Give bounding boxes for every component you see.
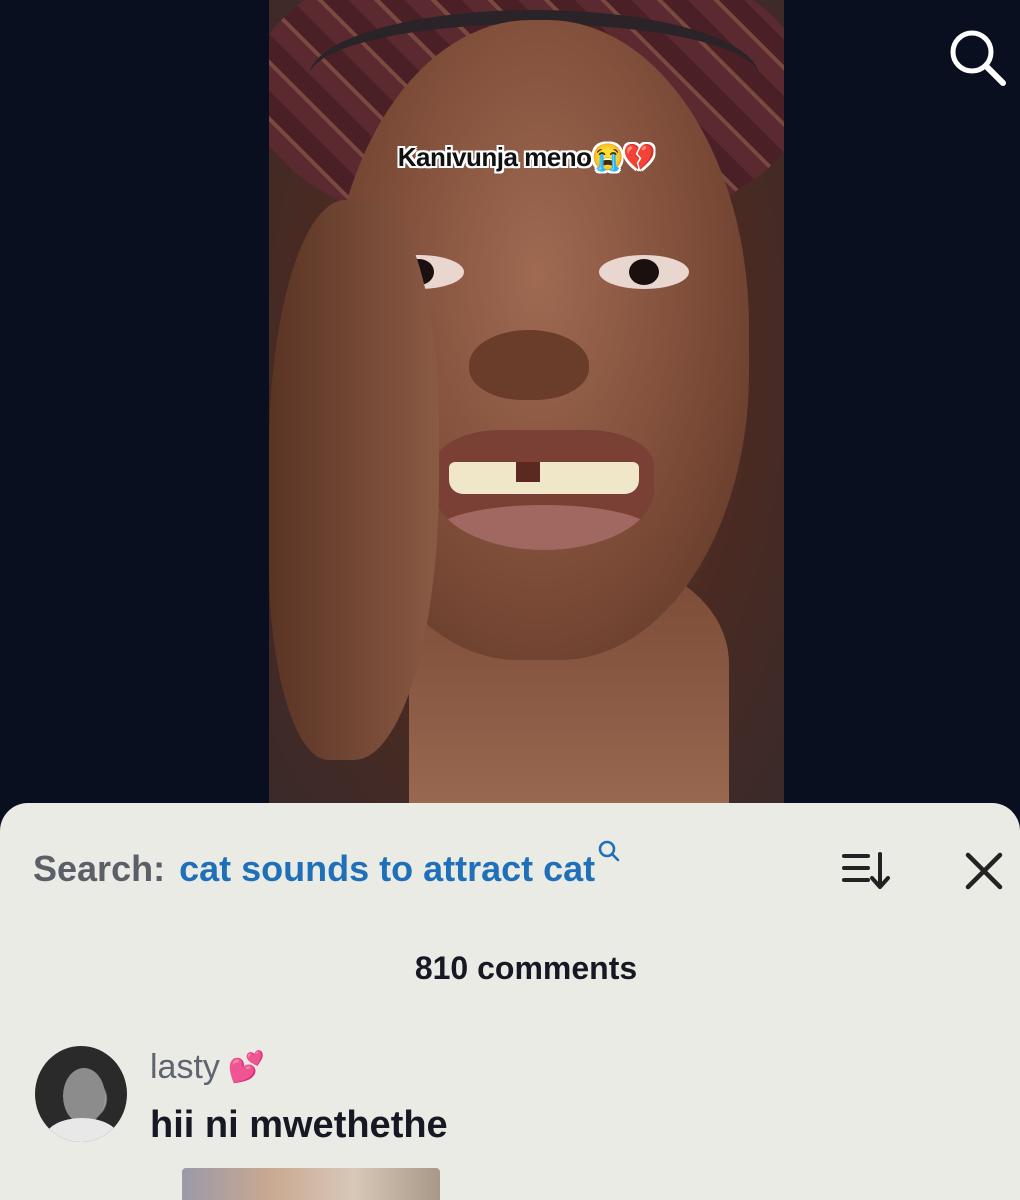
video-player[interactable]: Kanivunja meno😭💔 <box>0 0 1020 815</box>
comment-search-bar[interactable]: Search: cat sounds to attract cat <box>33 840 621 894</box>
comment-username[interactable]: lasty 💕 <box>150 1048 265 1087</box>
video-scene-eye <box>599 255 689 289</box>
close-icon <box>965 852 1003 890</box>
search-query-link[interactable]: cat sounds to attract cat <box>179 848 595 890</box>
video-scene-nose <box>469 330 589 400</box>
avatar[interactable] <box>35 1046 127 1142</box>
search-button[interactable] <box>945 25 1009 89</box>
search-label: Search: <box>33 848 166 889</box>
search-icon <box>950 30 1006 86</box>
sort-icon <box>842 852 890 889</box>
username-emoji: 💕 <box>227 1051 266 1084</box>
video-scene-mouth <box>434 430 654 550</box>
username-text[interactable]: lasty <box>150 1048 220 1087</box>
video-caption: Kanivunja meno😭💔 <box>269 142 784 173</box>
video-scene-hand <box>269 200 439 760</box>
close-button[interactable] <box>960 848 1008 894</box>
comment-text: hii ni mwethethe <box>150 1104 448 1146</box>
comment-media-thumbnail[interactable] <box>182 1168 440 1200</box>
video-caption-text: Kanivunja meno <box>397 142 592 172</box>
video-caption-emojis: 😭💔 <box>591 142 656 172</box>
sort-button[interactable] <box>840 848 892 894</box>
video-frame[interactable]: Kanivunja meno😭💔 <box>269 0 784 805</box>
comment-count: 810 comments <box>414 950 638 986</box>
search-icon <box>598 840 620 862</box>
